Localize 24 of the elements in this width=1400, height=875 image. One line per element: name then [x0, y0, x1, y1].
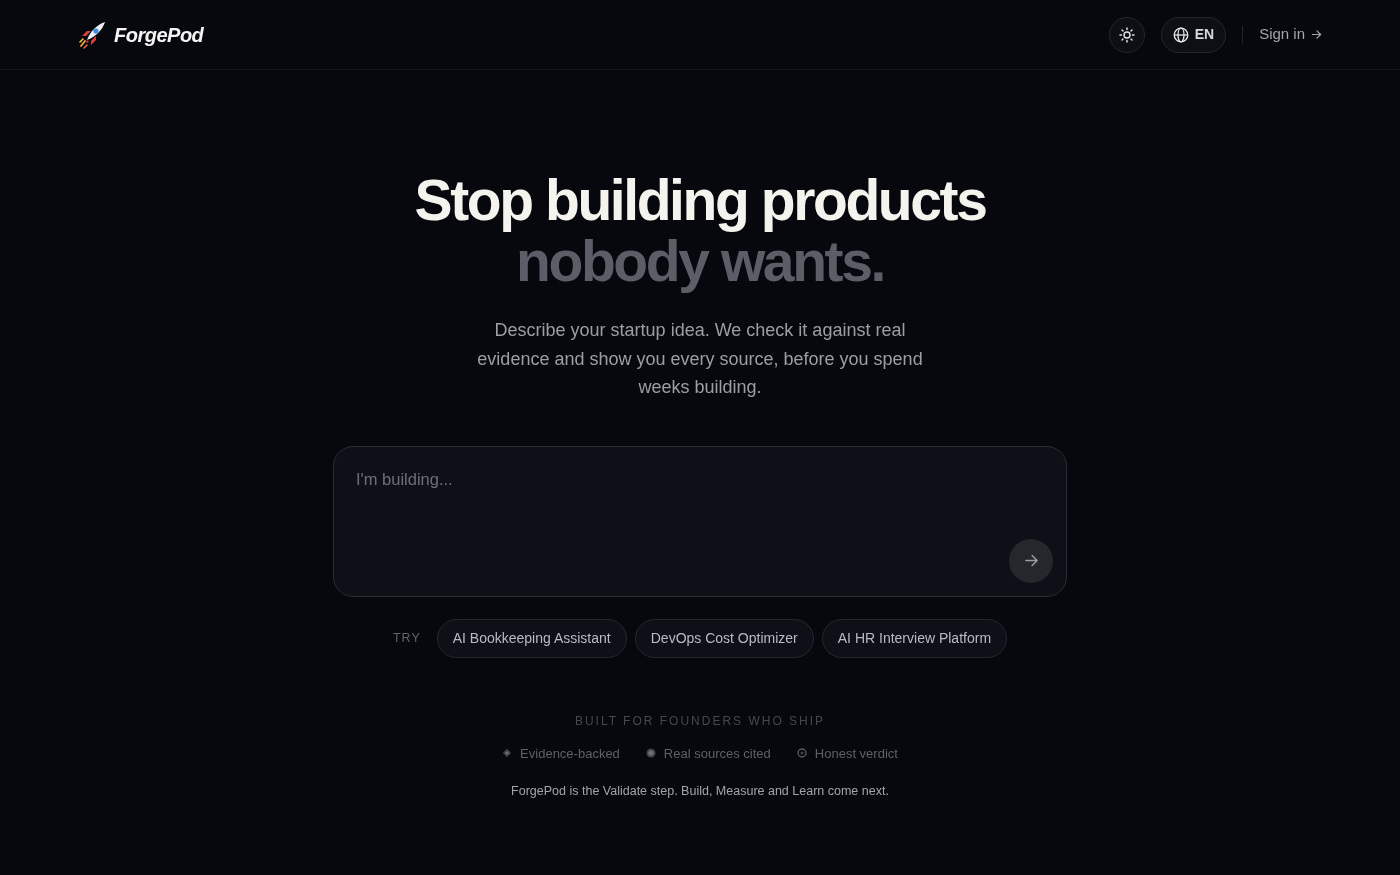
feature-label: Honest verdict — [814, 744, 898, 763]
rocket-logo-icon — [78, 20, 106, 49]
feature-label: Evidence-backed — [520, 744, 620, 763]
globe-icon — [1172, 26, 1189, 43]
suggestion-chip[interactable]: DevOps Cost Optimizer — [634, 618, 814, 658]
ring-icon — [796, 748, 807, 759]
brand-name[interactable]: ForgePod — [114, 19, 204, 50]
diamond-icon — [502, 748, 513, 759]
suggestion-chip[interactable]: AI Bookkeeping Assistant — [436, 618, 627, 658]
try-label: TRY — [392, 629, 421, 647]
feature-label: Real sources cited — [663, 744, 771, 763]
arrow-right-icon — [1311, 29, 1322, 40]
sign-in-link[interactable]: Sign in — [1259, 23, 1322, 46]
arrow-right-icon — [1023, 553, 1039, 568]
footer-note: ForgePod is the Validate step. Build, Measure and Learn come next. — [510, 783, 890, 800]
sun-icon — [1118, 26, 1135, 43]
headline: Stop building products nobody wants. — [413, 170, 987, 292]
theme-toggle-button[interactable] — [1108, 16, 1145, 53]
language-button[interactable]: EN — [1160, 16, 1227, 53]
suggestion-chip[interactable]: AI HR Interview Platform — [821, 618, 1008, 658]
dot-icon — [645, 748, 656, 759]
idea-input-field[interactable]: I'm building... — [333, 445, 1067, 597]
subtitle: Describe your startup idea. We check it against real evidence and show you every source, before you spend weeks building. — [476, 319, 924, 399]
section-heading: BUILT FOR FOUNDERS WHO SHIP — [573, 712, 827, 730]
